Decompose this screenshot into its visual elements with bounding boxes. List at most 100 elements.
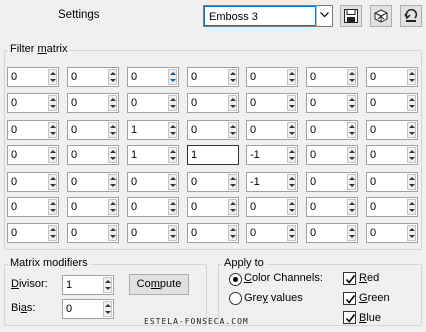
matrix-cell[interactable]: 0 [187,93,239,113]
matrix-cell[interactable]: 0 [306,145,358,165]
matrix-cell[interactable]: 0 [306,67,358,87]
matrix-cell-spinner[interactable] [108,122,117,138]
matrix-cell-spinner[interactable] [228,199,237,215]
matrix-cell[interactable]: -1 [246,172,298,192]
matrix-cell[interactable]: 0 [127,93,179,113]
matrix-cell-spinner[interactable] [108,147,117,163]
matrix-cell[interactable]: 0 [366,93,418,113]
matrix-cell[interactable]: 0 [127,223,179,243]
compute-button[interactable]: Compute [129,274,189,295]
matrix-cell[interactable]: 0 [306,93,358,113]
grey-values-radio[interactable] [229,292,242,305]
matrix-cell[interactable]: 0 [187,223,239,243]
matrix-cell[interactable]: 1 [187,145,239,165]
delete-preset-button[interactable] [370,5,392,27]
matrix-cell[interactable]: 0 [246,223,298,243]
matrix-cell-spinner[interactable] [228,122,237,138]
matrix-cell-spinner[interactable] [168,147,177,163]
grey-values-label[interactable]: Grey values [244,292,303,304]
blue-label[interactable]: Blue [359,312,381,324]
matrix-cell-spinner[interactable] [407,147,416,163]
matrix-cell[interactable]: 0 [306,197,358,217]
chevron-down-icon[interactable] [316,6,332,26]
matrix-cell[interactable]: 1 [127,145,179,165]
divisor-spinner[interactable] [103,277,112,293]
matrix-cell[interactable]: 0 [67,172,119,192]
matrix-cell-spinner[interactable] [287,199,296,215]
matrix-cell-spinner[interactable] [48,199,57,215]
matrix-cell[interactable]: 0 [366,197,418,217]
matrix-cell[interactable]: 0 [246,197,298,217]
save-preset-button[interactable] [340,5,362,27]
matrix-cell-spinner[interactable] [228,95,237,111]
divisor-input[interactable]: 1 [62,275,114,295]
matrix-cell[interactable]: 0 [366,120,418,140]
matrix-cell[interactable]: 0 [187,67,239,87]
red-label[interactable]: Red [359,272,379,284]
matrix-cell-spinner[interactable] [108,225,117,241]
matrix-cell[interactable]: 0 [7,93,59,113]
color-channels-radio[interactable] [229,273,242,286]
red-checkbox[interactable] [343,272,356,285]
matrix-cell-spinner[interactable] [287,69,296,85]
blue-checkbox[interactable] [343,311,356,324]
matrix-cell[interactable]: 0 [187,172,239,192]
reset-preset-button[interactable] [400,5,422,27]
matrix-cell-spinner[interactable] [228,225,237,241]
matrix-cell-spinner[interactable] [287,225,296,241]
matrix-cell[interactable]: 0 [7,197,59,217]
matrix-cell-spinner[interactable] [287,95,296,111]
matrix-cell[interactable]: 0 [246,120,298,140]
matrix-cell-spinner[interactable] [168,174,177,190]
matrix-cell[interactable]: 0 [246,93,298,113]
matrix-cell[interactable]: 0 [306,120,358,140]
matrix-cell[interactable]: 0 [306,172,358,192]
matrix-cell-spinner[interactable] [407,174,416,190]
matrix-cell-spinner[interactable] [228,69,237,85]
matrix-cell-spinner[interactable] [48,69,57,85]
matrix-cell-spinner[interactable] [48,174,57,190]
green-label[interactable]: Green [359,292,390,304]
matrix-cell-spinner[interactable] [168,95,177,111]
matrix-cell-spinner[interactable] [347,69,356,85]
matrix-cell-spinner[interactable] [407,95,416,111]
matrix-cell[interactable]: 0 [187,197,239,217]
matrix-cell[interactable]: -1 [246,145,298,165]
matrix-cell-spinner[interactable] [347,147,356,163]
matrix-cell-spinner[interactable] [407,69,416,85]
matrix-cell[interactable]: 0 [127,197,179,217]
matrix-cell-spinner[interactable] [168,122,177,138]
matrix-cell-spinner[interactable] [347,122,356,138]
matrix-cell[interactable]: 0 [67,145,119,165]
matrix-cell[interactable]: 0 [7,223,59,243]
color-channels-label[interactable]: Color Channels: [244,272,323,284]
bias-input[interactable]: 0 [62,299,114,319]
matrix-cell[interactable]: 0 [67,197,119,217]
matrix-cell[interactable]: 0 [67,120,119,140]
matrix-cell-spinner[interactable] [108,174,117,190]
matrix-cell[interactable]: 0 [7,172,59,192]
bias-spinner[interactable] [103,301,112,317]
matrix-cell[interactable]: 0 [246,67,298,87]
matrix-cell[interactable]: 1 [127,120,179,140]
matrix-cell-spinner[interactable] [407,225,416,241]
matrix-cell[interactable]: 0 [366,172,418,192]
matrix-cell-spinner[interactable] [108,95,117,111]
matrix-cell[interactable]: 0 [67,93,119,113]
matrix-cell-spinner[interactable] [347,225,356,241]
matrix-cell-spinner[interactable] [48,95,57,111]
matrix-cell-spinner[interactable] [287,147,296,163]
matrix-cell[interactable]: 0 [7,120,59,140]
matrix-cell-spinner[interactable] [287,122,296,138]
green-checkbox[interactable] [343,292,356,305]
matrix-cell-spinner[interactable] [168,69,177,85]
matrix-cell-spinner[interactable] [347,174,356,190]
matrix-cell-spinner[interactable] [48,225,57,241]
matrix-cell-spinner[interactable] [347,95,356,111]
matrix-cell[interactable]: 0 [366,145,418,165]
matrix-cell[interactable]: 0 [127,172,179,192]
matrix-cell-spinner[interactable] [407,122,416,138]
matrix-cell-spinner[interactable] [48,122,57,138]
matrix-cell-spinner[interactable] [48,147,57,163]
matrix-cell-spinner[interactable] [347,199,356,215]
